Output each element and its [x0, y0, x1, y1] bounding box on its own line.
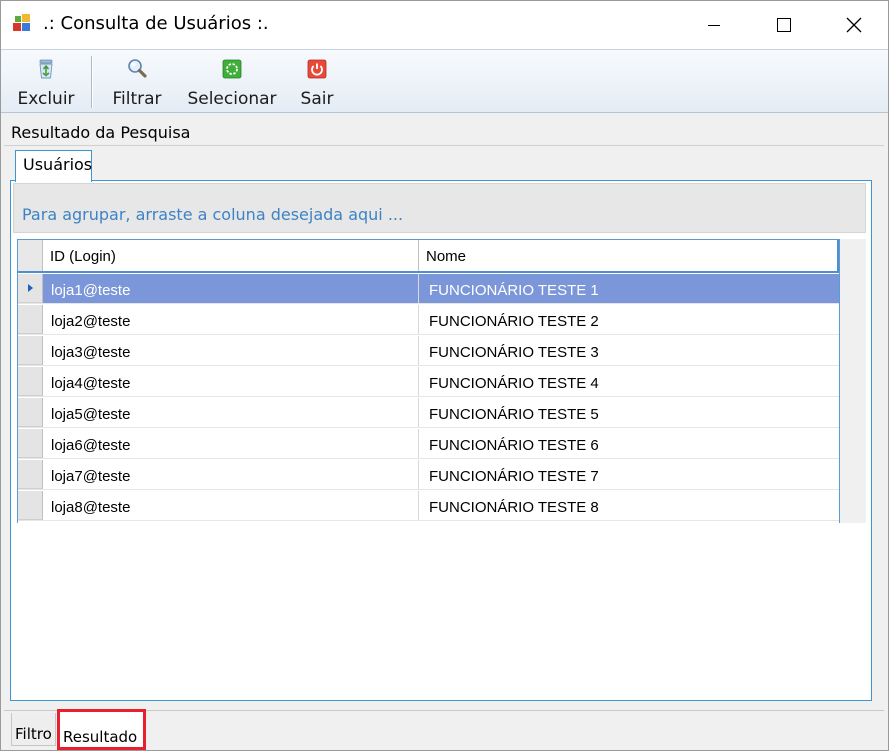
filtrar-label: Filtrar	[112, 89, 162, 109]
sair-button[interactable]: Sair	[297, 54, 337, 110]
table-row[interactable]: loja3@teste FUNCIONÁRIO TESTE 3	[18, 336, 839, 366]
toolbar-separator	[91, 56, 92, 108]
selecionar-button[interactable]: Selecionar	[186, 54, 278, 110]
group-by-panel[interactable]: Para agrupar, arraste a coluna desejada …	[13, 183, 866, 233]
row-selector[interactable]	[18, 398, 43, 427]
row-selector[interactable]	[18, 305, 43, 334]
tab-filtro[interactable]: Filtro	[11, 713, 56, 746]
selecionar-label: Selecionar	[187, 89, 277, 109]
column-header-nome[interactable]: Nome	[419, 240, 839, 271]
row-selector[interactable]	[18, 460, 43, 489]
cell-login[interactable]: loja1@teste	[43, 274, 419, 303]
tab-usuarios[interactable]: Usuários	[15, 150, 92, 182]
power-exit-icon	[307, 59, 327, 79]
select-green-icon	[222, 59, 242, 79]
header-row-selector[interactable]	[18, 240, 43, 271]
group-by-hint: Para agrupar, arraste a coluna desejada …	[22, 205, 404, 224]
table-row[interactable]: loja2@teste FUNCIONÁRIO TESTE 2	[18, 305, 839, 335]
table-row[interactable]: loja8@teste FUNCIONÁRIO TESTE 8	[18, 491, 839, 521]
users-grid: ID (Login) Nome loja1@teste FUNCIONÁRIO …	[17, 239, 839, 523]
panel-title: Resultado da Pesquisa	[11, 123, 191, 142]
current-row-arrow-icon	[27, 284, 33, 292]
excluir-label: Excluir	[17, 89, 75, 109]
magnifier-icon	[128, 59, 147, 78]
cell-login[interactable]: loja8@teste	[43, 491, 419, 520]
filtrar-button[interactable]: Filtrar	[107, 54, 167, 110]
row-selector[interactable]	[18, 274, 43, 303]
table-row[interactable]: loja7@teste FUNCIONÁRIO TESTE 7	[18, 460, 839, 490]
title-bar: .: Consulta de Usuários :.	[1, 1, 888, 49]
cell-nome[interactable]: FUNCIONÁRIO TESTE 6	[419, 429, 839, 458]
grid-vertical-scroll-area[interactable]	[839, 239, 866, 523]
sair-label: Sair	[300, 89, 334, 109]
table-row[interactable]: loja1@teste FUNCIONÁRIO TESTE 1	[18, 274, 839, 304]
toolbar: Excluir Filtrar Selecionar Sair	[1, 49, 888, 113]
row-selector[interactable]	[18, 336, 43, 365]
cell-nome[interactable]: FUNCIONÁRIO TESTE 4	[419, 367, 839, 396]
cell-login[interactable]: loja6@teste	[43, 429, 419, 458]
minimize-button[interactable]	[679, 1, 749, 49]
cell-nome[interactable]: FUNCIONÁRIO TESTE 2	[419, 305, 839, 334]
grid-header: ID (Login) Nome	[18, 240, 839, 273]
maximize-button[interactable]	[749, 1, 819, 49]
table-row[interactable]: loja6@teste FUNCIONÁRIO TESTE 6	[18, 429, 839, 459]
column-header-login[interactable]: ID (Login)	[43, 240, 419, 271]
maximize-icon	[777, 18, 791, 32]
recycle-bin-icon	[39, 59, 53, 79]
row-selector[interactable]	[18, 491, 43, 520]
excluir-button[interactable]: Excluir	[15, 54, 77, 110]
window-title: .: Consulta de Usuários :.	[43, 13, 269, 34]
cell-nome[interactable]: FUNCIONÁRIO TESTE 3	[419, 336, 839, 365]
cell-login[interactable]: loja2@teste	[43, 305, 419, 334]
cell-nome[interactable]: FUNCIONÁRIO TESTE 7	[419, 460, 839, 489]
cell-nome[interactable]: FUNCIONÁRIO TESTE 5	[419, 398, 839, 427]
cell-nome[interactable]: FUNCIONÁRIO TESTE 8	[419, 491, 839, 520]
tab-resultado[interactable]: Resultado	[57, 709, 146, 750]
cell-login[interactable]: loja4@teste	[43, 367, 419, 396]
consulta-usuarios-window: .: Consulta de Usuários :. Excluir Filtr…	[0, 0, 889, 751]
minimize-icon	[708, 24, 720, 26]
cell-login[interactable]: loja5@teste	[43, 398, 419, 427]
close-button[interactable]	[819, 1, 889, 49]
table-row[interactable]: loja4@teste FUNCIONÁRIO TESTE 4	[18, 367, 839, 397]
table-row[interactable]: loja5@teste FUNCIONÁRIO TESTE 5	[18, 398, 839, 428]
row-selector[interactable]	[18, 429, 43, 458]
cell-login[interactable]: loja3@teste	[43, 336, 419, 365]
panel-divider	[4, 145, 884, 146]
row-selector[interactable]	[18, 367, 43, 396]
cell-nome[interactable]: FUNCIONÁRIO TESTE 1	[419, 274, 839, 303]
close-icon	[846, 17, 862, 33]
cell-login[interactable]: loja7@teste	[43, 460, 419, 489]
app-form-icon	[13, 14, 33, 32]
